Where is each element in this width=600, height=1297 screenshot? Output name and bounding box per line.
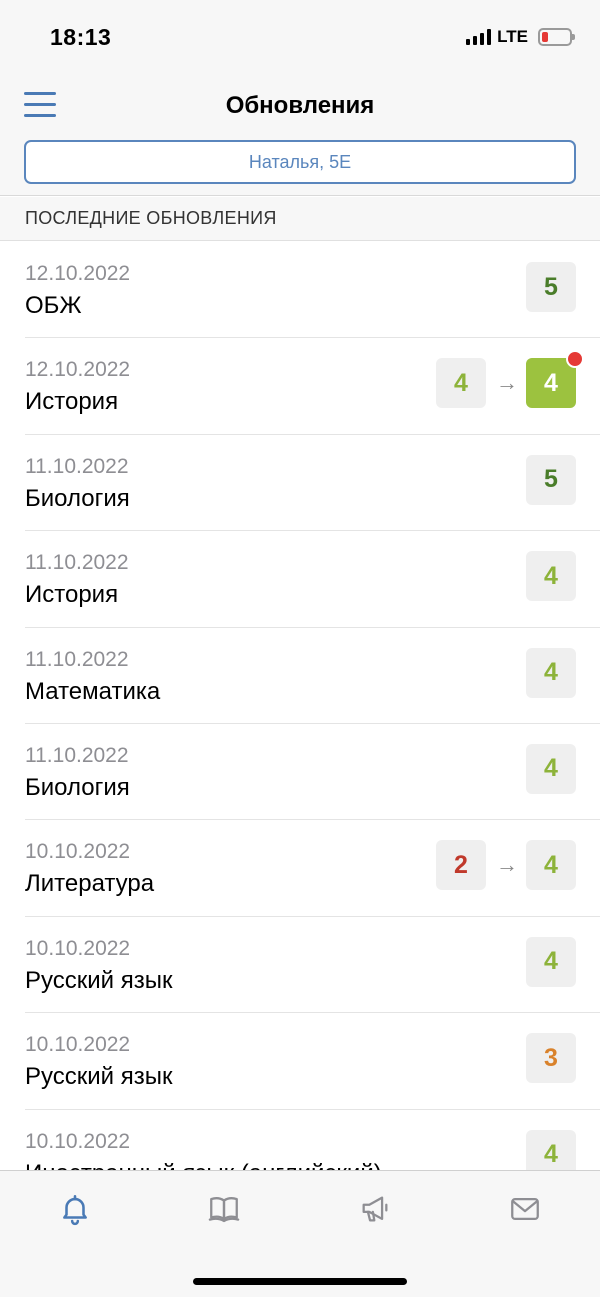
grade-group: 4 bbox=[526, 551, 576, 602]
battery-icon bbox=[538, 28, 575, 46]
update-date: 12.10.2022 bbox=[25, 262, 131, 285]
status-indicators: LTE bbox=[466, 27, 575, 47]
update-date: 11.10.2022 bbox=[25, 454, 129, 478]
grade-group: 4 bbox=[526, 1129, 576, 1170]
update-subject: Иностранный язык (английский) bbox=[25, 1160, 382, 1170]
arrow-right-icon: → bbox=[496, 370, 518, 396]
update-subject: Математика bbox=[25, 677, 161, 705]
grade-value: 4 bbox=[544, 1140, 558, 1169]
grade-value: 4 bbox=[544, 754, 558, 783]
update-subject: История bbox=[25, 388, 119, 416]
bell-icon bbox=[63, 1194, 87, 1226]
list-item[interactable]: 10.10.2022 Литература 2 → 4 bbox=[25, 820, 600, 917]
list-item[interactable]: 11.10.2022 Математика 4 bbox=[25, 628, 600, 724]
grade-group: 5 bbox=[526, 262, 576, 312]
old-grade: 2 bbox=[436, 840, 486, 891]
update-date: 12.10.2022 bbox=[25, 358, 131, 382]
grade-value: 4 bbox=[544, 561, 558, 590]
update-subject: Биология bbox=[25, 773, 130, 801]
book-icon bbox=[208, 1197, 240, 1223]
status-time: 18:13 bbox=[50, 24, 112, 50]
update-subject: Русский язык bbox=[25, 966, 173, 994]
home-indicator bbox=[193, 1278, 407, 1285]
list-item[interactable]: 10.10.2022 Русский язык 3 bbox=[25, 1013, 600, 1110]
grade-group: 4 bbox=[526, 743, 576, 794]
new-badge-dot bbox=[566, 350, 584, 369]
tab-bar bbox=[0, 1170, 600, 1297]
tab-updates[interactable] bbox=[50, 1189, 100, 1229]
nav-bar: Обновления Наталья, 5Е bbox=[0, 70, 600, 196]
list-item[interactable]: 11.10.2022 История 4 bbox=[25, 531, 600, 628]
network-type: LTE bbox=[497, 27, 528, 46]
update-date: 10.10.2022 bbox=[25, 840, 131, 864]
section-header: ПОСЛЕДНИЕ ОБНОВЛЕНИЯ bbox=[0, 197, 600, 241]
update-subject: ОБЖ bbox=[25, 292, 82, 319]
grade-group: 4 → 4 bbox=[436, 350, 584, 409]
update-subject: История bbox=[25, 581, 119, 609]
student-selector[interactable]: Наталья, 5Е bbox=[24, 140, 576, 184]
grade: 4 bbox=[526, 840, 576, 891]
update-date: 10.10.2022 bbox=[25, 1129, 131, 1153]
tab-announcements[interactable] bbox=[350, 1189, 400, 1229]
list-item[interactable]: 11.10.2022 Биология 4 bbox=[25, 724, 600, 821]
grade: 3 bbox=[526, 1033, 576, 1084]
grade-value: 4 bbox=[544, 947, 558, 976]
grade-value: 5 bbox=[544, 272, 558, 301]
grade: 4 bbox=[526, 647, 576, 698]
grade-value: 4 bbox=[544, 658, 558, 687]
grade-value: 3 bbox=[544, 1043, 558, 1072]
page-title: Обновления bbox=[225, 92, 375, 119]
grade-value: 4 bbox=[544, 850, 558, 879]
grade: 4 bbox=[526, 936, 576, 987]
list-item[interactable]: 12.10.2022 История 4 → 4 bbox=[25, 338, 600, 435]
grade-value: 4 bbox=[544, 368, 558, 397]
list-item[interactable]: 12.10.2022 ОБЖ 5 bbox=[25, 242, 600, 339]
grade-group: 2 → 4 bbox=[436, 840, 576, 891]
megaphone-icon bbox=[362, 1196, 388, 1222]
list-item[interactable]: 11.10.2022 Биология 5 bbox=[25, 435, 600, 532]
grade-value: 5 bbox=[544, 465, 558, 494]
old-grade: 4 bbox=[436, 358, 486, 409]
grade-group: 4 bbox=[526, 647, 576, 698]
grade: 5 bbox=[526, 262, 576, 312]
list-item[interactable]: 10.10.2022 Иностранный язык (английский) 4 bbox=[25, 1110, 600, 1170]
update-date: 11.10.2022 bbox=[25, 551, 129, 575]
status-bar: 18:13 LTE bbox=[0, 0, 600, 70]
grade: 4 bbox=[526, 551, 576, 602]
grade-group: 3 bbox=[526, 1033, 576, 1084]
signal-icon bbox=[466, 29, 492, 45]
list-item[interactable]: 10.10.2022 Русский язык 4 bbox=[25, 917, 600, 1014]
grade: 4 bbox=[526, 350, 584, 409]
grade: 4 bbox=[526, 743, 576, 794]
grade-group: 4 bbox=[526, 936, 576, 987]
update-date: 11.10.2022 bbox=[25, 743, 129, 767]
arrow-right-icon: → bbox=[496, 852, 518, 878]
tab-diary[interactable] bbox=[199, 1189, 249, 1229]
update-subject: Биология bbox=[25, 484, 130, 512]
mail-icon bbox=[511, 1197, 539, 1221]
grade-group: 5 bbox=[526, 454, 576, 505]
update-subject: Литература bbox=[25, 870, 155, 898]
grade: 4 bbox=[526, 1129, 576, 1170]
grade: 5 bbox=[526, 454, 576, 505]
update-date: 10.10.2022 bbox=[25, 936, 131, 960]
update-date: 10.10.2022 bbox=[25, 1033, 131, 1057]
update-subject: Русский язык bbox=[25, 1063, 173, 1091]
update-date: 11.10.2022 bbox=[25, 647, 129, 671]
tab-messages[interactable] bbox=[500, 1189, 550, 1229]
updates-list: 12.10.2022 ОБЖ 5 12.10.2022 История 4 → 4 11.10.… bbox=[0, 242, 600, 1170]
